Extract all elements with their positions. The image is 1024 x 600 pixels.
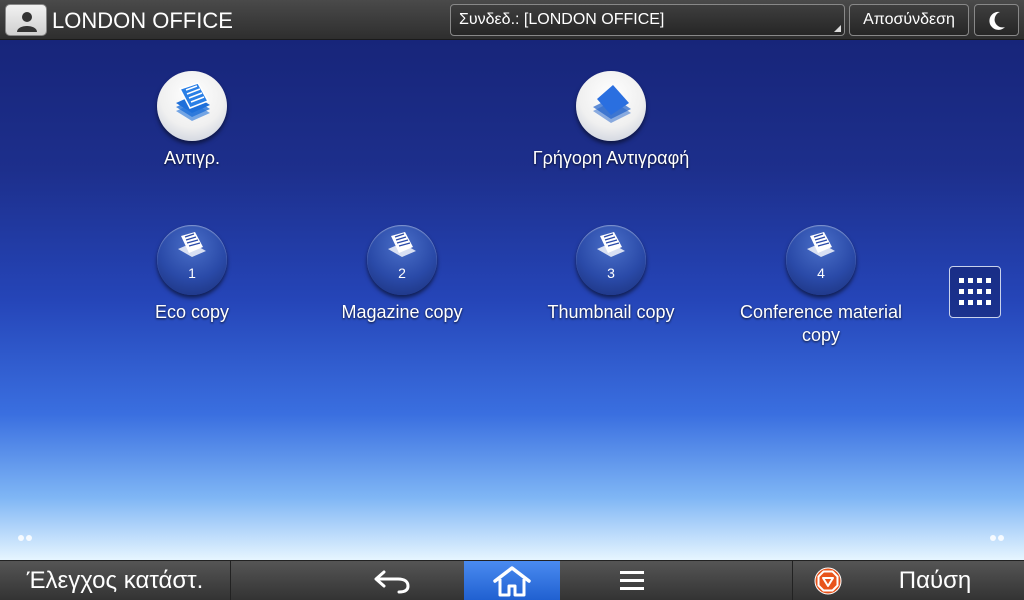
program-number: 2	[398, 265, 406, 281]
home-screen: Αντιγρ. Γρήγορη Αντιγραφή 1 Eco copy 2 M…	[0, 40, 1024, 560]
back-arrow-icon	[374, 570, 410, 594]
app-label: Magazine copy	[341, 302, 463, 322]
app-eco-copy[interactable]: 1 Eco copy	[92, 225, 292, 324]
copy-program-icon: 4	[786, 225, 856, 295]
office-name: LONDON OFFICE	[52, 8, 233, 33]
moon-icon	[989, 11, 1005, 30]
program-number: 4	[817, 265, 825, 281]
copy-program-icon: 2	[367, 225, 437, 295]
stop-icon	[814, 567, 842, 595]
app-label: Eco copy	[154, 302, 230, 322]
copy-program-icon: 3	[576, 225, 646, 295]
copy-document-icon	[157, 71, 227, 141]
stop-button[interactable]	[814, 567, 842, 595]
page-indicator-right	[990, 528, 1006, 546]
app-label: Conference material copy	[739, 302, 903, 345]
user-button[interactable]	[5, 4, 47, 36]
home-icon	[493, 566, 531, 597]
energy-saver-button[interactable]	[974, 4, 1019, 36]
login-status-select[interactable]: Συνδεδ.: [LONDON OFFICE]	[450, 4, 845, 36]
app-label: Thumbnail copy	[547, 302, 675, 322]
app-magazine-copy[interactable]: 2 Magazine copy	[302, 225, 502, 324]
user-icon	[17, 12, 37, 32]
app-copy[interactable]: Αντιγρ.	[92, 71, 292, 170]
app-thumbnail-copy[interactable]: 3 Thumbnail copy	[511, 225, 711, 324]
back-button[interactable]	[372, 568, 412, 594]
app-list-button[interactable]	[949, 266, 1001, 318]
menu-icon	[620, 571, 644, 590]
top-bar: LONDON OFFICE Συνδεδ.: [LONDON OFFICE] Α…	[0, 0, 1024, 40]
app-conference-material-copy[interactable]: 4 Conference material copy	[721, 225, 921, 347]
home-button[interactable]	[464, 561, 560, 600]
pause-button[interactable]: Παύση	[860, 561, 1010, 600]
app-quick-copy[interactable]: Γρήγορη Αντιγραφή	[511, 71, 711, 170]
divider	[792, 561, 793, 600]
quick-copy-icon	[576, 71, 646, 141]
menu-button[interactable]	[616, 570, 648, 592]
page-indicator-left	[18, 528, 34, 546]
login-status-value: Συνδεδ.: [LONDON OFFICE]	[459, 11, 665, 28]
app-label: Γρήγορη Αντιγραφή	[532, 148, 690, 168]
bottom-bar: Έλεγχος κατάστ. Παύση	[0, 560, 1024, 600]
grid-icon	[959, 278, 991, 305]
dropdown-corner-icon	[834, 25, 841, 32]
copy-program-icon: 1	[157, 225, 227, 295]
app-label: Αντιγρ.	[163, 148, 221, 168]
program-number: 1	[188, 265, 196, 281]
logout-button[interactable]: Αποσύνδεση	[849, 4, 969, 36]
check-status-button[interactable]: Έλεγχος κατάστ.	[0, 561, 231, 600]
program-number: 3	[607, 265, 615, 281]
